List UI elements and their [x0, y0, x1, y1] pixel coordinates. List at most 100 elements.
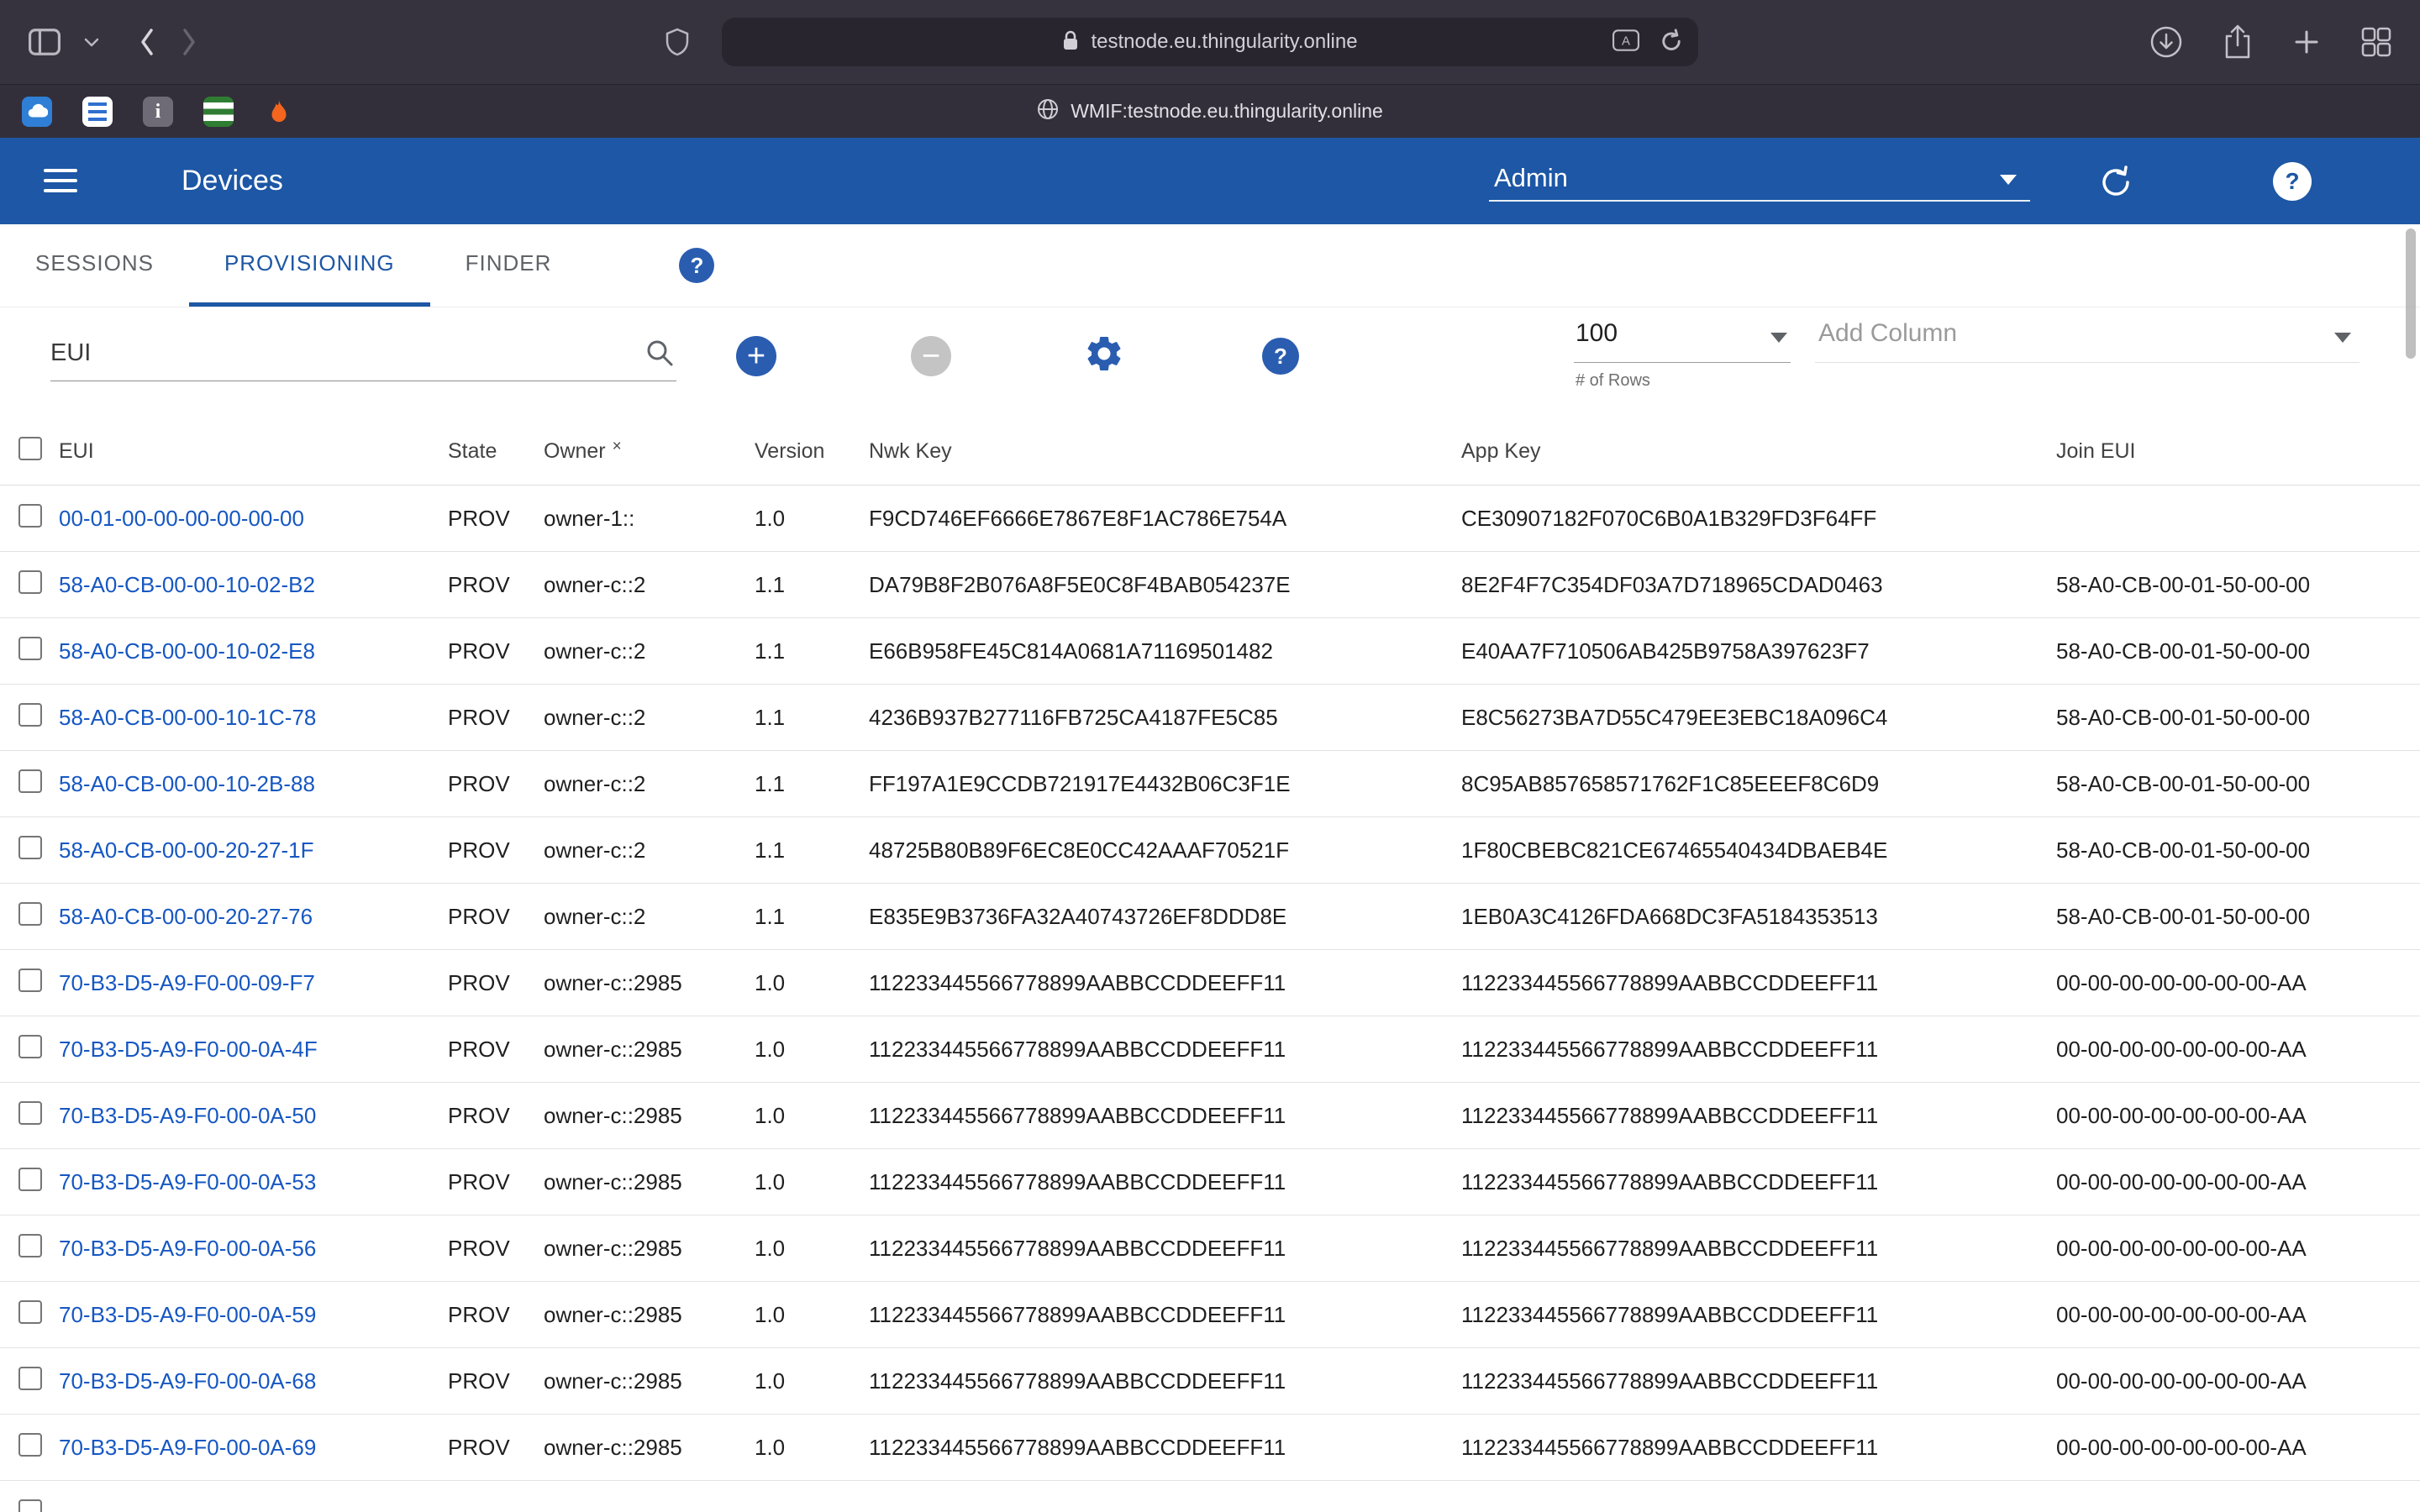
- row-checkbox[interactable]: [18, 703, 42, 727]
- row-checkbox[interactable]: [18, 836, 42, 859]
- row-checkbox[interactable]: [18, 902, 42, 926]
- add-column-dropdown[interactable]: Add Column: [1815, 311, 2360, 363]
- eui-link[interactable]: 58-A0-CB-00-00-10-02-B2: [59, 572, 315, 597]
- privacy-shield-icon[interactable]: [666, 0, 689, 84]
- sidebar-toggle-icon[interactable]: [29, 29, 60, 55]
- help-button[interactable]: ?: [2273, 162, 2312, 201]
- row-checkbox[interactable]: [18, 1367, 42, 1390]
- row-checkbox[interactable]: [18, 1101, 42, 1125]
- table-row[interactable]: 70-B3-D5-A9-F0-00-0A-68 PROV owner-c::29…: [0, 1348, 2420, 1415]
- table-row[interactable]: 58-A0-CB-00-00-20-27-76 PROV owner-c::2 …: [0, 884, 2420, 950]
- scrollbar-thumb[interactable]: [2406, 228, 2416, 359]
- row-checkbox-cell: [0, 902, 59, 932]
- bookmark-info-icon[interactable]: i: [143, 97, 173, 127]
- sidebar-chevron-down-icon[interactable]: [84, 37, 99, 47]
- col-header-nwk-key[interactable]: Nwk Key: [869, 439, 1461, 464]
- eui-link[interactable]: 70-B3-D5-A9-F0-00-0A-50: [59, 1103, 316, 1128]
- menu-icon[interactable]: [44, 169, 77, 192]
- bookmark-flag-icon[interactable]: [203, 97, 234, 127]
- owner-cell: owner-c::2: [544, 705, 755, 731]
- reload-icon[interactable]: [1660, 28, 1683, 57]
- table-row[interactable]: 70-B3-D5-A9-F0-00-0A-53 PROV owner-c::29…: [0, 1149, 2420, 1215]
- row-checkbox[interactable]: [18, 769, 42, 793]
- col-header-eui[interactable]: EUI: [59, 439, 448, 464]
- row-checkbox[interactable]: [18, 637, 42, 660]
- back-button-icon[interactable]: [138, 27, 156, 57]
- col-header-join-eui[interactable]: Join EUI: [2056, 439, 2420, 464]
- table-row[interactable]: 58-A0-CB-00-00-10-2B-88 PROV owner-c::2 …: [0, 751, 2420, 817]
- select-all-cell: [0, 437, 59, 466]
- row-checkbox[interactable]: [18, 1168, 42, 1191]
- settings-gear-icon[interactable]: [1083, 333, 1125, 379]
- row-checkbox[interactable]: [18, 1499, 42, 1512]
- table-row[interactable]: 70-B3-D5-A9-F0-00-0A-4F PROV owner-c::29…: [0, 1016, 2420, 1083]
- tab-provisioning[interactable]: PROVISIONING: [189, 224, 430, 307]
- row-checkbox[interactable]: [18, 570, 42, 594]
- row-checkbox[interactable]: [18, 1035, 42, 1058]
- row-checkbox[interactable]: [18, 1433, 42, 1457]
- app-key-cell: 112233445566778899AABBCCDDEEFF11: [1461, 1103, 2056, 1129]
- row-checkbox[interactable]: [18, 1300, 42, 1324]
- eui-link[interactable]: 70-B3-D5-A9-F0-00-0A-4F: [59, 1037, 318, 1062]
- rows-per-page-value: 100: [1576, 319, 1618, 348]
- table-row[interactable]: 58-A0-CB-00-00-10-02-E8 PROV owner-c::2 …: [0, 618, 2420, 685]
- col-header-owner[interactable]: Owner×: [544, 439, 755, 464]
- tab-overview-icon[interactable]: [2361, 27, 2391, 57]
- table-row[interactable]: 58-A0-CB-00-00-10-1C-78 PROV owner-c::2 …: [0, 685, 2420, 751]
- row-checkbox[interactable]: [18, 969, 42, 992]
- eui-search-input[interactable]: EUI: [50, 314, 676, 381]
- tab-sessions[interactable]: SESSIONS: [0, 224, 189, 307]
- eui-link[interactable]: 58-A0-CB-00-00-20-27-1F: [59, 837, 313, 863]
- col-header-app-key[interactable]: App Key: [1461, 439, 2056, 464]
- eui-link[interactable]: 00-01-00-00-00-00-00-00: [59, 506, 304, 531]
- tabs-help-button[interactable]: ?: [679, 248, 714, 283]
- col-header-state[interactable]: State: [448, 439, 544, 464]
- eui-link[interactable]: 70-B3-D5-A9-F0-00-09-F7: [59, 970, 315, 995]
- eui-link[interactable]: 70-B3-D5-A9-F0-00-0A-53: [59, 1169, 316, 1194]
- table-row[interactable]: 70-B3-D5-A9-F0-00-0A-59 PROV owner-c::29…: [0, 1282, 2420, 1348]
- version-cell: 1.1: [755, 837, 869, 864]
- row-checkbox[interactable]: [18, 1234, 42, 1257]
- eui-link[interactable]: 70-B3-D5-A9-F0-00-0A-68: [59, 1368, 316, 1394]
- table-row[interactable]: 00-01-00-00-00-00-00-00 PROV owner-1:: 1…: [0, 486, 2420, 552]
- row-checkbox[interactable]: [18, 504, 42, 528]
- eui-link[interactable]: 70-B3-D5-A9-F0-00-0A-69: [59, 1435, 316, 1460]
- table-row[interactable]: 58-A0-CB-00-00-20-27-1F PROV owner-c::2 …: [0, 817, 2420, 884]
- translate-icon[interactable]: A: [1612, 29, 1639, 55]
- new-tab-icon[interactable]: [2292, 28, 2321, 56]
- eui-link[interactable]: 58-A0-CB-00-00-10-1C-78: [59, 705, 316, 730]
- forward-button-icon[interactable]: [180, 27, 198, 57]
- share-icon[interactable]: [2223, 24, 2252, 60]
- search-icon[interactable]: [644, 338, 675, 372]
- address-bar[interactable]: testnode.eu.thingularity.online A: [722, 18, 1698, 66]
- downloads-icon[interactable]: [2149, 25, 2183, 59]
- table-row[interactable]: 58-A0-CB-00-00-10-02-B2 PROV owner-c::2 …: [0, 552, 2420, 618]
- admin-dropdown[interactable]: Admin: [1489, 158, 2030, 202]
- active-bookmark[interactable]: WMIF:testnode.eu.thingularity.online: [1037, 98, 1383, 124]
- add-device-button[interactable]: +: [736, 336, 776, 376]
- table-row[interactable]: 70-B3-D5-A9-F0-00-0A-50 PROV owner-c::29…: [0, 1083, 2420, 1149]
- eui-link[interactable]: 58-A0-CB-00-00-10-02-E8: [59, 638, 315, 664]
- bookmark-flame-icon[interactable]: [264, 97, 294, 127]
- nwk-key-cell: 4236B937B277116FB725CA4187FE5C85: [869, 705, 1461, 731]
- eui-link[interactable]: 58-A0-CB-00-00-20-27-76: [59, 904, 313, 929]
- refresh-button[interactable]: [2097, 163, 2134, 204]
- owner-sort-indicator[interactable]: ×: [613, 439, 622, 455]
- tab-finder[interactable]: FINDER: [430, 224, 587, 307]
- table-row[interactable]: 70-B3-D5-A9-F0-00-0A-56 PROV owner-c::29…: [0, 1215, 2420, 1282]
- remove-device-button[interactable]: −: [911, 336, 951, 376]
- col-header-version[interactable]: Version: [755, 439, 869, 464]
- eui-cell: 70-B3-D5-A9-F0-00-0A-50: [59, 1103, 448, 1129]
- rows-per-page-dropdown[interactable]: 100: [1574, 311, 1791, 363]
- select-all-checkbox[interactable]: [18, 437, 42, 460]
- table-row[interactable]: 70-B3-D5-A9-F0-00-09-F7 PROV owner-c::29…: [0, 950, 2420, 1016]
- join-eui-cell: 00-00-00-00-00-00-00-AA: [2056, 1103, 2420, 1129]
- row-checkbox-cell: [0, 1035, 59, 1064]
- eui-link[interactable]: 58-A0-CB-00-00-10-2B-88: [59, 771, 315, 796]
- eui-link[interactable]: 70-B3-D5-A9-F0-00-0A-56: [59, 1236, 316, 1261]
- bookmark-document-icon[interactable]: [82, 97, 113, 127]
- bookmark-cloud-icon[interactable]: [22, 97, 52, 127]
- eui-link[interactable]: 70-B3-D5-A9-F0-00-0A-59: [59, 1302, 316, 1327]
- table-row[interactable]: 70-B3-D5-A9-F0-00-0A-69 PROV owner-c::29…: [0, 1415, 2420, 1481]
- toolbar-help-button[interactable]: ?: [1262, 338, 1299, 375]
